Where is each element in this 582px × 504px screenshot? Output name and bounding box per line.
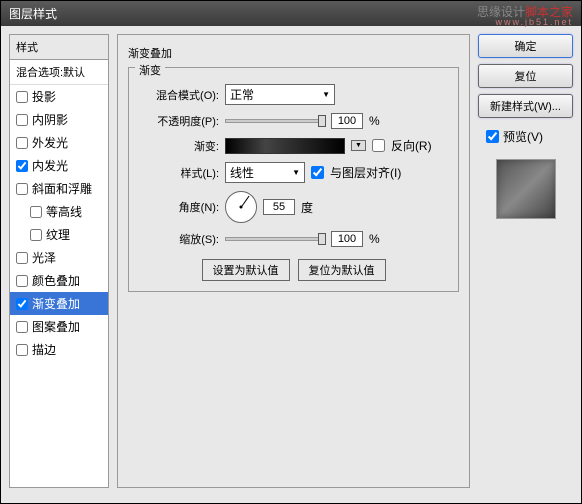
style-checkbox[interactable] <box>30 206 42 218</box>
style-label: 图案叠加 <box>32 318 80 335</box>
blending-options-item[interactable]: 混合选项:默认 <box>10 60 108 85</box>
reset-default-button[interactable]: 复位为默认值 <box>298 259 386 281</box>
blend-mode-dropdown[interactable]: 正常▼ <box>225 84 335 105</box>
style-checkbox[interactable] <box>16 252 28 264</box>
gradient-label: 渐变: <box>139 138 219 154</box>
style-checkbox[interactable] <box>16 344 28 356</box>
style-label: 内发光 <box>32 157 68 174</box>
style-item[interactable]: 内阴影 <box>10 108 108 131</box>
style-checkbox[interactable] <box>30 229 42 241</box>
style-label: 纹理 <box>46 226 70 243</box>
preview-checkbox[interactable] <box>486 130 499 143</box>
preview-label: 预览(V) <box>503 128 543 145</box>
reverse-checkbox[interactable] <box>372 139 385 152</box>
degree-label: 度 <box>301 199 313 216</box>
style-checkbox[interactable] <box>16 298 28 310</box>
style-item[interactable]: 描边 <box>10 338 108 361</box>
styles-list-panel: 样式 混合选项:默认 投影内阴影外发光内发光斜面和浮雕等高线纹理光泽颜色叠加渐变… <box>9 34 109 488</box>
style-dropdown[interactable]: 线性▼ <box>225 162 305 183</box>
scale-slider[interactable] <box>225 237 325 241</box>
style-checkbox[interactable] <box>16 321 28 333</box>
make-default-button[interactable]: 设置为默认值 <box>202 259 290 281</box>
dropdown-arrow-icon: ▼ <box>292 168 300 177</box>
ok-button[interactable]: 确定 <box>478 34 573 58</box>
style-label: 光泽 <box>32 249 56 266</box>
scale-input[interactable] <box>331 231 363 247</box>
new-style-button[interactable]: 新建样式(W)... <box>478 94 573 118</box>
style-checkbox[interactable] <box>16 275 28 287</box>
style-label: 颜色叠加 <box>32 272 80 289</box>
panel-title: 渐变叠加 <box>128 45 459 61</box>
angle-input[interactable] <box>263 199 295 215</box>
style-checkbox[interactable] <box>16 114 28 126</box>
percent-label: % <box>369 114 380 128</box>
style-item[interactable]: 内发光 <box>10 154 108 177</box>
styles-header: 样式 <box>10 35 108 60</box>
style-checkbox[interactable] <box>16 91 28 103</box>
align-label: 与图层对齐(I) <box>330 164 401 181</box>
scale-label: 缩放(S): <box>139 231 219 247</box>
style-label: 内阴影 <box>32 111 68 128</box>
preview-swatch <box>496 159 556 219</box>
angle-label: 角度(N): <box>139 199 219 215</box>
gradient-picker[interactable] <box>225 138 345 154</box>
action-panel: 确定 复位 新建样式(W)... 预览(V) <box>478 34 573 488</box>
align-checkbox[interactable] <box>311 166 324 179</box>
style-label: 样式(L): <box>139 165 219 181</box>
style-item[interactable]: 图案叠加 <box>10 315 108 338</box>
style-label: 斜面和浮雕 <box>32 180 92 197</box>
style-label: 投影 <box>32 88 56 105</box>
angle-dial[interactable] <box>225 191 257 223</box>
opacity-label: 不透明度(P): <box>139 113 219 129</box>
cancel-button[interactable]: 复位 <box>478 64 573 88</box>
layer-style-dialog: 思缘设计脚本之家 www.jb51.net 图层样式 样式 混合选项:默认 投影… <box>0 0 582 504</box>
style-item[interactable]: 投影 <box>10 85 108 108</box>
style-item[interactable]: 颜色叠加 <box>10 269 108 292</box>
gradient-dropdown-icon[interactable]: ▼ <box>351 140 366 151</box>
style-item[interactable]: 斜面和浮雕 <box>10 177 108 200</box>
style-item[interactable]: 等高线 <box>10 200 108 223</box>
style-checkbox[interactable] <box>16 183 28 195</box>
style-label: 渐变叠加 <box>32 295 80 312</box>
watermark-url: www.jb51.net <box>495 17 573 27</box>
percent-label: % <box>369 232 380 246</box>
style-item[interactable]: 光泽 <box>10 246 108 269</box>
style-label: 等高线 <box>46 203 82 220</box>
reverse-label: 反向(R) <box>391 137 432 154</box>
style-label: 描边 <box>32 341 56 358</box>
blend-mode-label: 混合模式(O): <box>139 87 219 103</box>
settings-panel: 渐变叠加 渐变 混合模式(O): 正常▼ 不透明度(P): % 渐变: ▼ <box>117 34 470 488</box>
opacity-slider[interactable] <box>225 119 325 123</box>
style-item[interactable]: 外发光 <box>10 131 108 154</box>
style-checkbox[interactable] <box>16 137 28 149</box>
dropdown-arrow-icon: ▼ <box>322 90 330 99</box>
style-checkbox[interactable] <box>16 160 28 172</box>
style-item[interactable]: 纹理 <box>10 223 108 246</box>
fieldset-legend: 渐变 <box>135 62 165 78</box>
opacity-input[interactable] <box>331 113 363 129</box>
style-item[interactable]: 渐变叠加 <box>10 292 108 315</box>
style-label: 外发光 <box>32 134 68 151</box>
